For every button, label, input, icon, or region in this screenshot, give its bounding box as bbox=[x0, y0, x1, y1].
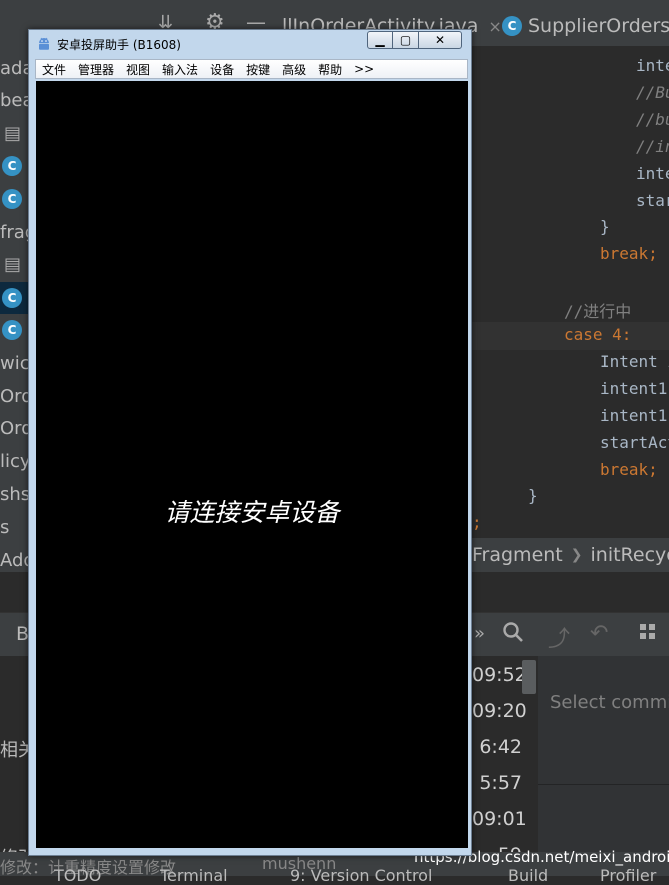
layout-icon[interactable] bbox=[638, 621, 660, 649]
more-icon[interactable]: » bbox=[474, 623, 485, 644]
menu-advanced[interactable]: 高级 bbox=[276, 61, 312, 78]
menu-input-method[interactable]: 输入法 bbox=[156, 61, 204, 78]
minimize-icon: ▁ bbox=[375, 33, 384, 47]
menu-overflow[interactable]: >> bbox=[348, 62, 380, 76]
commit-details-pane: Select commit bbox=[538, 656, 669, 852]
code-line: intent1. bbox=[600, 406, 669, 425]
breadcrumb-item[interactable]: initRecycle bbox=[591, 544, 669, 566]
device-screen[interactable]: 请连接安卓设备 bbox=[36, 81, 468, 848]
menu-view[interactable]: 视图 bbox=[120, 61, 156, 78]
code-line: } bbox=[528, 486, 538, 505]
window-title: 安卓投屏助手 (B1608) bbox=[57, 36, 181, 53]
code-line: ; bbox=[472, 513, 482, 532]
project-tree-label: shs bbox=[0, 484, 30, 505]
menu-help[interactable]: 帮助 bbox=[312, 61, 348, 78]
code-line: star bbox=[636, 191, 669, 210]
commit-time: 6:42 bbox=[472, 736, 522, 758]
divider bbox=[538, 784, 669, 785]
code-line: //in bbox=[636, 137, 669, 156]
project-tree-label: s bbox=[0, 517, 9, 538]
breadcrumb-item[interactable]: Fragment bbox=[472, 544, 563, 566]
cherry-pick-icon[interactable]: ⤴ bbox=[548, 621, 570, 653]
commit-times: 09:5209:206:425:5709:0159 bbox=[472, 656, 522, 852]
code-line: break; bbox=[600, 460, 658, 479]
code-line: startAct bbox=[600, 433, 669, 452]
code-line: case 4: bbox=[564, 325, 631, 344]
commit-time: 09:52 bbox=[472, 664, 522, 686]
class-icon: C bbox=[2, 320, 22, 340]
close-icon: ✕ bbox=[435, 33, 445, 47]
menu-bar: 文件 管理器 视图 输入法 设备 按键 高级 帮助 >> bbox=[35, 59, 468, 79]
close-button[interactable]: ✕ bbox=[418, 31, 462, 49]
class-icon: C bbox=[502, 16, 522, 36]
scrollbar-thumb[interactable] bbox=[522, 660, 536, 694]
code-line: Intent i bbox=[600, 352, 669, 371]
code-editor[interactable]: inte //Bu //bu //in inte star} break; //进行中 case… bbox=[472, 46, 669, 536]
code-line: inte bbox=[636, 56, 669, 75]
project-tree-label: licy bbox=[0, 451, 31, 472]
emulator-window: 安卓投屏助手 (B1608) ▁ ▢ ✕ 文件 管理器 视图 输入法 设备 按键… bbox=[28, 29, 472, 856]
file-icon: ▤ bbox=[4, 254, 21, 275]
code-line: inte bbox=[636, 164, 669, 183]
window-titlebar[interactable]: 安卓投屏助手 (B1608) ▁ ▢ ✕ bbox=[29, 30, 471, 57]
menu-manager[interactable]: 管理器 bbox=[72, 61, 120, 78]
file-icon: ▤ bbox=[4, 123, 21, 144]
class-icon: C bbox=[2, 288, 22, 308]
chevron-right-icon: ❯ bbox=[571, 547, 583, 563]
code-line: //bu bbox=[636, 110, 669, 129]
commit-time: 5:57 bbox=[472, 772, 522, 794]
commit-time: 09:01 bbox=[472, 808, 522, 830]
close-icon[interactable]: × bbox=[488, 17, 501, 36]
undo-icon[interactable]: ↶ bbox=[590, 621, 608, 646]
search-icon[interactable] bbox=[502, 621, 524, 649]
code-line: } bbox=[600, 217, 610, 236]
commit-time: 09:20 bbox=[472, 700, 522, 722]
tab-label: SupplierOrdersFr bbox=[528, 15, 669, 37]
breadcrumb: Fragment ❯ initRecycle bbox=[472, 538, 669, 572]
code-line: break; bbox=[600, 244, 658, 263]
code-line: //进行中 bbox=[564, 298, 631, 322]
code-line: intent1. bbox=[600, 379, 669, 398]
editor-tab-supplier-orders[interactable]: C SupplierOrdersFr bbox=[502, 8, 669, 44]
project-tree-label: wic bbox=[0, 353, 30, 374]
class-icon: C bbox=[2, 189, 22, 209]
menu-device[interactable]: 设备 bbox=[204, 61, 240, 78]
details-placeholder: Select commit bbox=[550, 692, 669, 713]
code-line: //Bu bbox=[636, 83, 669, 102]
maximize-button[interactable]: ▢ bbox=[393, 31, 418, 49]
menu-file[interactable]: 文件 bbox=[36, 61, 72, 78]
class-icon: C bbox=[2, 156, 22, 176]
connect-device-message: 请连接安卓设备 bbox=[36, 493, 468, 529]
menu-keys[interactable]: 按键 bbox=[240, 61, 276, 78]
maximize-icon: ▢ bbox=[400, 33, 411, 47]
minimize-button[interactable]: ▁ bbox=[367, 31, 393, 49]
android-icon bbox=[36, 36, 52, 52]
